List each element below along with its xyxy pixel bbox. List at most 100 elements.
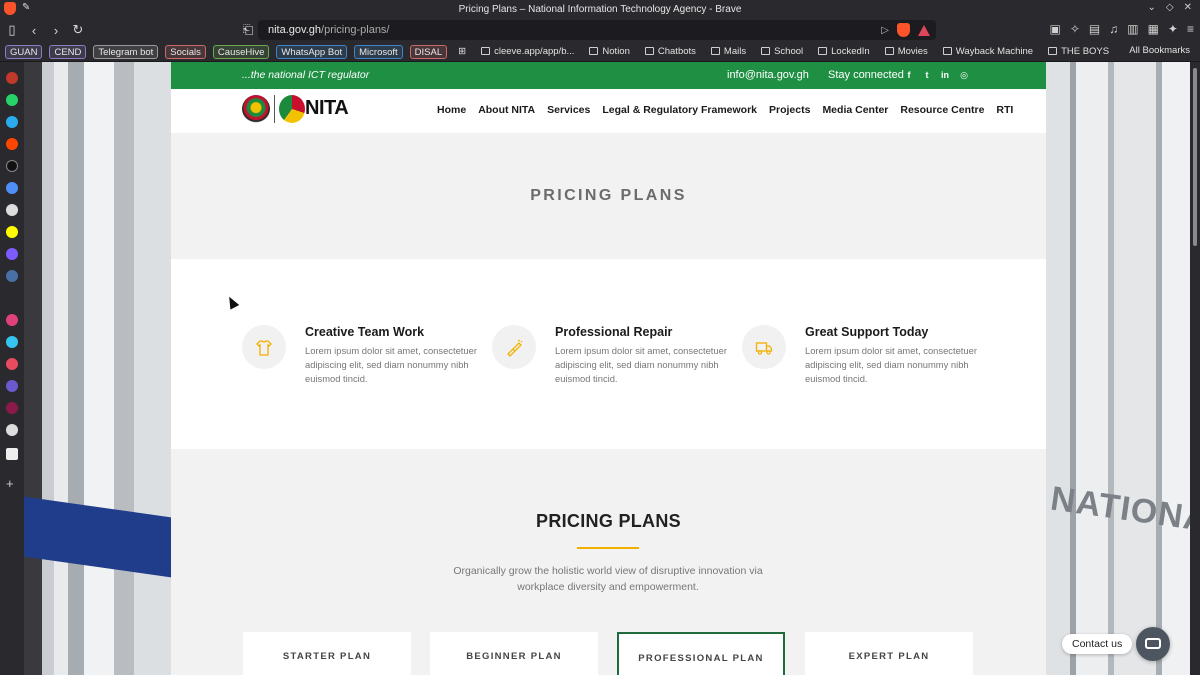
nav-item[interactable]: RTI [996,104,1013,116]
side-panel-icon[interactable]: ▥ [1127,22,1138,36]
bookmark-label: Mails [723,45,747,57]
plan-card-starter[interactable]: STARTER PLAN [243,632,411,675]
plan-card-professional[interactable]: PROFESSIONAL PLAN [617,632,785,675]
bookmark-item[interactable]: DISAL [409,44,448,59]
maximize-icon[interactable]: ◇ [1166,2,1174,13]
brave-rewards-icon[interactable] [918,24,930,36]
close-icon[interactable]: ✕ [1184,2,1192,13]
nav-item[interactable]: Resource Centre [900,104,984,116]
folder-icon [818,46,828,55]
bookmark-item[interactable]: LockedIn [814,45,874,59]
background-photo-right: NATIONAL [1046,62,1190,675]
nita-logo-icon[interactable] [279,95,305,123]
bookmark-item[interactable]: Microsoft [354,44,403,59]
bookmark-item[interactable]: GUAN [5,44,43,59]
vpn-icon[interactable]: ▦ [1148,22,1159,36]
speaker-icon[interactable] [6,204,18,216]
leo-icon[interactable]: ✦ [1168,22,1178,36]
sidebar-app-icon[interactable] [6,270,18,282]
sidebar-app-icon[interactable] [6,380,18,392]
bookmark-item[interactable]: Chatbots [641,45,700,59]
facebook-icon[interactable]: f [904,70,914,80]
folder-icon [761,46,771,55]
whatsapp-icon[interactable] [6,94,18,106]
browser-toolbar: ▯ ‹ › ↻ ⎗ nita.gov.gh/pricing-plans/ ▷ ▣… [0,18,1200,42]
bookmark-item[interactable]: Wayback Machine [939,45,1037,59]
wallet-icon[interactable]: ▤ [1089,22,1100,36]
sidebar-toggle-icon[interactable]: ▯ [2,20,22,40]
x-icon[interactable] [6,160,18,172]
sidebar-app-icon[interactable] [6,402,18,414]
bookmark-item[interactable]: Telegram bot [93,44,159,59]
reload-button[interactable]: ↻ [68,20,88,40]
nav-item[interactable]: Projects [769,104,810,116]
folder-icon [481,46,491,55]
extension-icon[interactable]: ▣ [1049,22,1060,36]
nav-item[interactable]: Home [437,104,466,116]
nav-item[interactable]: About NITA [478,104,535,116]
folder-icon [589,46,599,55]
linkedin-icon[interactable]: in [940,70,950,80]
brave-shield-icon[interactable] [897,23,910,37]
bookmark-label: School [774,45,804,57]
sidebar-app-icon[interactable] [6,448,18,460]
contact-us-label[interactable]: Contact us [1062,634,1133,654]
sidebar-app-icon[interactable] [6,72,18,84]
send-icon[interactable]: ▷ [881,25,889,36]
snapchat-icon[interactable] [6,226,18,238]
instagram-icon[interactable]: ◎ [959,70,969,80]
slack-icon[interactable] [6,336,18,348]
add-panel-icon[interactable]: + [6,477,18,490]
sidebar-app-icon[interactable] [6,358,18,370]
sidebar-app-icon[interactable] [6,314,18,326]
bookmark-item[interactable]: Notion [585,45,633,59]
bookmark-item[interactable]: Socials [165,44,206,59]
nav-item[interactable]: Legal & Regulatory Framework [602,104,757,116]
puzzle-icon[interactable]: ✧ [1070,22,1080,36]
twitter-icon[interactable]: t [922,70,932,80]
bookmark-item[interactable]: WhatsApp Bot [276,44,348,59]
bookmark-icon[interactable]: ⎗ [238,20,258,40]
bookmark-label: Wayback Machine [955,45,1034,57]
bookmark-item[interactable]: CEND [49,44,87,59]
forward-button[interactable]: › [46,20,66,40]
shirt-icon [242,325,286,369]
ghana-coat-of-arms-icon[interactable] [242,95,270,123]
minimize-icon[interactable]: ⌄ [1148,2,1156,13]
bookmark-item[interactable]: Movies [881,45,932,59]
nita-website: ...the national ICT regulator info@nita.… [171,62,1046,675]
folder-icon [884,46,894,55]
pin-icon[interactable]: ✎ [22,2,30,15]
nav-item[interactable]: Media Center [822,104,888,116]
contact-chat-button[interactable] [1136,627,1170,661]
nita-logo-text[interactable]: NITA [305,97,349,120]
feature-title: Creative Team Work [305,325,425,339]
apps-grid-icon[interactable]: ⊞ [454,45,470,59]
menu-icon[interactable]: ≡ [1187,22,1194,36]
reddit-icon[interactable] [6,138,18,150]
background-signage: NATIONAL [1048,479,1190,543]
sidebar-app-icon[interactable] [6,424,18,436]
url-host: nita.gov.gh [268,24,322,36]
brave-logo-icon[interactable] [4,2,16,15]
sidebar-app-icon[interactable] [6,182,18,194]
contact-email-link[interactable]: info@nita.gov.gh [727,69,809,81]
address-bar[interactable]: nita.gov.gh/pricing-plans/ ▷ [258,20,936,40]
plan-card-beginner[interactable]: BEGINNER PLAN [430,632,598,675]
bookmark-item[interactable]: School [757,45,807,59]
bookmark-item[interactable]: CauseHive [212,44,270,59]
all-bookmarks-button[interactable]: All Bookmarks [1129,45,1190,56]
pricing-heading: PRICING PLANS [536,511,681,531]
nav-item[interactable]: Services [547,104,590,116]
back-button[interactable]: ‹ [24,20,44,40]
page-scrollbar[interactable] [1190,62,1200,675]
scrollbar-thumb[interactable] [1193,68,1197,246]
bookmark-item[interactable]: cleeve.app/app/b... [477,45,578,59]
plan-card-expert[interactable]: EXPERT PLAN [805,632,973,675]
bookmark-item[interactable]: THE BOYS [1044,45,1113,59]
telegram-icon[interactable] [6,116,18,128]
window-title: Pricing Plans – National Information Tec… [458,3,742,15]
sidebar-app-icon[interactable] [6,248,18,260]
music-icon[interactable]: ♫ [1109,22,1118,36]
bookmark-item[interactable]: Mails [707,45,750,59]
